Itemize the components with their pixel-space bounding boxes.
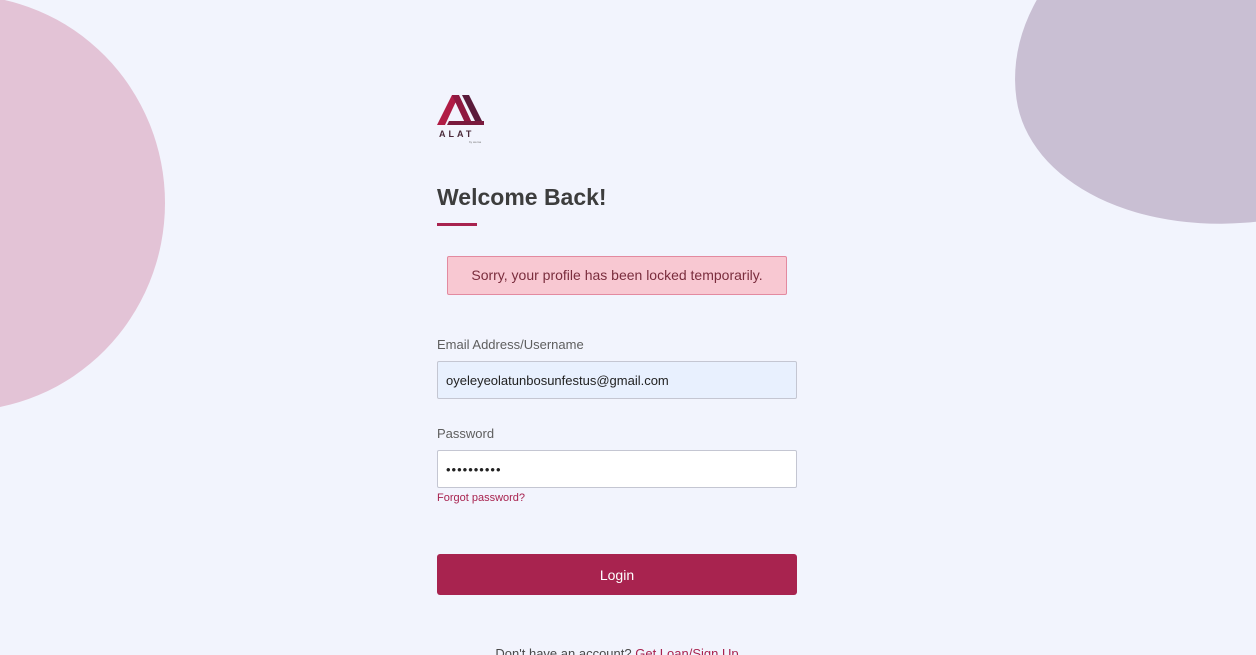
logo-subtext: by wema <box>469 140 482 144</box>
password-label: Password <box>437 426 495 441</box>
login-page: ALAT by wema Welcome Back! Sorry, your p… <box>0 0 1256 655</box>
title-underline <box>437 223 477 226</box>
forgot-password-link[interactable]: Forgot password? <box>437 492 525 504</box>
signup-prompt-text: Don't have an account? <box>495 646 632 655</box>
decorative-blob-left <box>0 0 165 411</box>
password-field[interactable] <box>437 450 797 488</box>
alat-logo: ALAT by wema <box>437 93 487 147</box>
page-title: Welcome Back! <box>437 184 607 210</box>
email-label: Email Address/Username <box>437 337 584 352</box>
signup-link[interactable]: Get Loan/Sign Up <box>635 646 738 655</box>
decorative-blob-right <box>990 0 1256 253</box>
logo-wordmark: ALAT <box>439 129 475 139</box>
error-alert: Sorry, your profile has been locked temp… <box>447 256 787 295</box>
email-field[interactable] <box>437 361 797 399</box>
login-button[interactable]: Login <box>437 554 797 595</box>
signup-prompt: Don't have an account? Get Loan/Sign Up <box>437 646 797 655</box>
alat-logo-icon <box>437 95 484 125</box>
